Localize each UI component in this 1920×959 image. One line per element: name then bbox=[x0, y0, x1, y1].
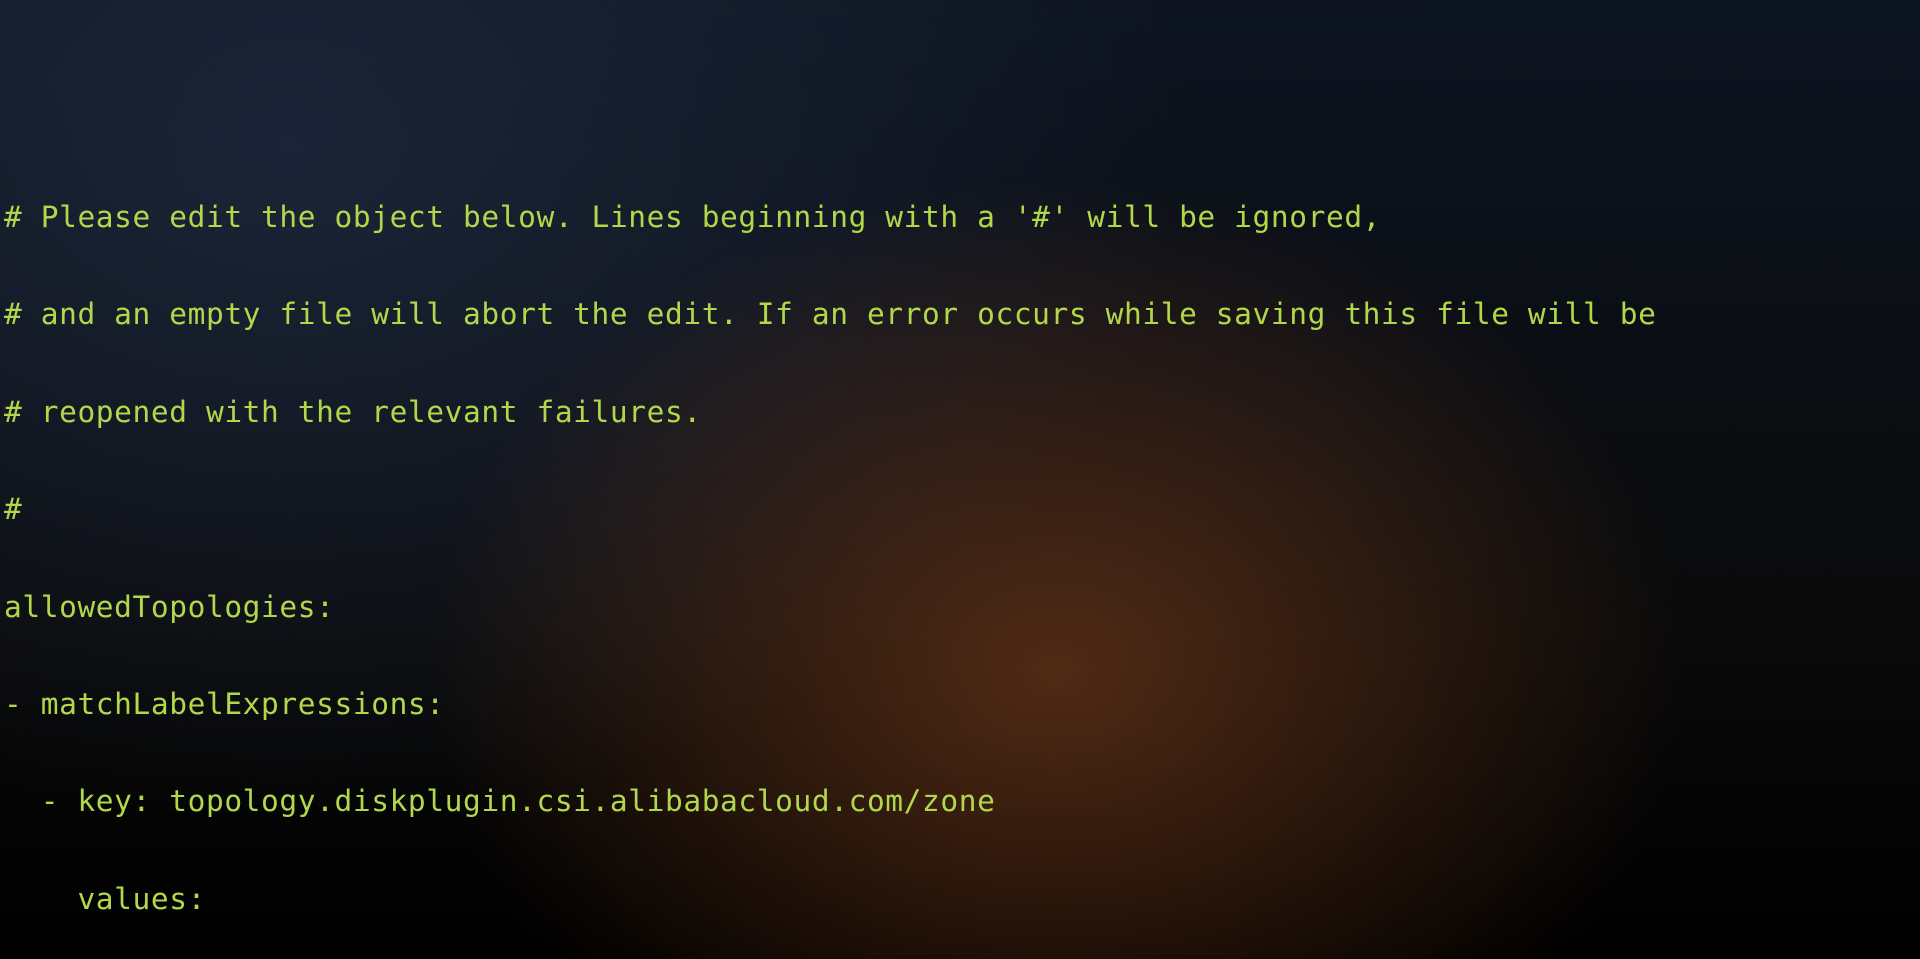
code-line[interactable]: # Please edit the object below. Lines be… bbox=[4, 201, 1920, 234]
code-line[interactable]: - matchLabelExpressions: bbox=[4, 688, 1920, 721]
code-text: - key: topology.diskplugin.csi.alibabacl… bbox=[4, 784, 995, 818]
code-text: # Please edit the object below. Lines be… bbox=[4, 200, 1381, 234]
code-text: values: bbox=[4, 882, 206, 916]
code-line[interactable]: values: bbox=[4, 883, 1920, 916]
code-line[interactable]: # bbox=[4, 493, 1920, 526]
code-line[interactable]: - key: topology.diskplugin.csi.alibabacl… bbox=[4, 785, 1920, 818]
code-text: # reopened with the relevant failures. bbox=[4, 395, 702, 429]
code-text: allowedTopologies: bbox=[4, 590, 335, 624]
terminal-editor[interactable]: # Please edit the object below. Lines be… bbox=[0, 130, 1920, 959]
code-text: # and an empty file will abort the edit.… bbox=[4, 297, 1656, 331]
code-text: - matchLabelExpressions: bbox=[4, 687, 445, 721]
code-line[interactable]: # and an empty file will abort the edit.… bbox=[4, 298, 1920, 331]
code-text: # bbox=[4, 492, 22, 526]
code-line[interactable]: # reopened with the relevant failures. bbox=[4, 396, 1920, 429]
code-line[interactable]: allowedTopologies: bbox=[4, 591, 1920, 624]
